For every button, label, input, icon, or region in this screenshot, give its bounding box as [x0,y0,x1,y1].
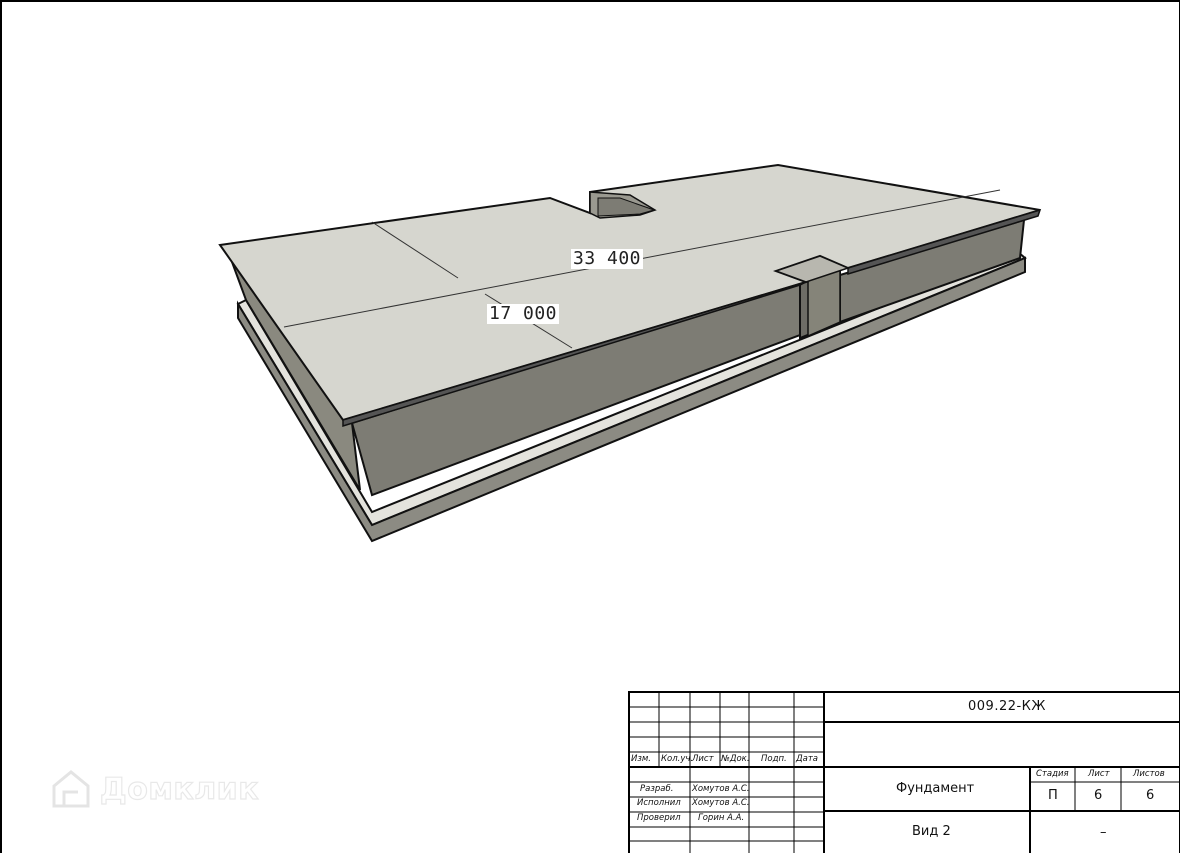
name-ispolnil: Хомутов А.С. [692,798,750,808]
header-data: Дата [796,754,819,764]
watermark-text: Домклик [99,771,260,807]
stage-header: Стадия [1036,769,1069,779]
sheet-header: Лист [1088,769,1110,779]
house-logo-icon [52,770,90,808]
role-ispolnil: Исполнил [637,798,681,808]
doc-code: 009.22-КЖ [968,699,1046,714]
view-title: Вид 2 [912,824,951,839]
sheets-header: Листов [1133,769,1165,779]
stage-value: П [1048,788,1058,803]
header-izm: Изм. [631,754,651,764]
sheet-value: 6 [1094,788,1103,803]
header-list: Лист [692,754,714,764]
object-title: Фундамент [896,781,975,796]
watermark: Домклик [48,766,259,812]
width-dimension-label: 17 000 [487,303,560,324]
name-proveril: Горин А.А. [698,813,745,823]
header-kol-uch: Кол.уч. [661,754,694,764]
title-block: 009.22-КЖ Изм. Кол.уч. Лист №Док. Подп. … [628,691,1180,855]
role-proveril: Проверил [637,813,681,823]
sheets-value: 6 [1146,788,1155,803]
org-value: – [1100,825,1107,840]
name-razrab: Хомутов А.С. [692,784,750,794]
length-dimension-label: 33 400 [571,248,644,269]
header-ndok: №Док. [721,754,750,764]
role-razrab: Разраб. [640,784,674,794]
header-podp: Подп. [761,754,787,764]
